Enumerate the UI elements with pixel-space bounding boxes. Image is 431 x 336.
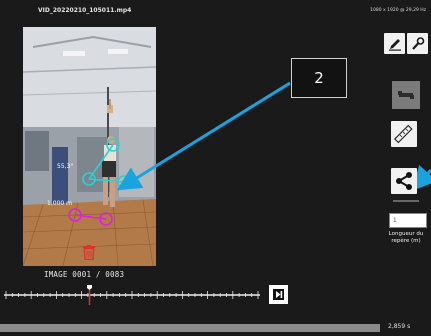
reference-length-label: Longueur du repère (m) <box>388 231 424 244</box>
playback-progress-bar[interactable] <box>0 324 380 332</box>
next-frame-icon <box>273 289 284 300</box>
frame-counter: IMAGE 0001 / 0083 <box>44 270 125 279</box>
video-resolution: 1080 x 1920 @ 29,29 Hz <box>370 8 426 13</box>
callout-box: 2 <box>291 58 347 98</box>
wrench-icon <box>411 36 424 50</box>
ruler-icon <box>394 124 413 144</box>
playback-time: 2,859 s <box>388 323 411 330</box>
video-frame[interactable]: 55,3° 1,000 m <box>23 27 156 266</box>
reference-length-input[interactable] <box>389 213 427 228</box>
trash-icon[interactable] <box>83 245 95 261</box>
angle-label: 55,3° <box>57 163 74 170</box>
timeline-ticks <box>5 291 259 299</box>
file-title: VID_20220210_105011.mp4 <box>38 7 132 14</box>
frame-timeline[interactable] <box>4 283 260 307</box>
scale-label: 1,000 m <box>47 200 72 207</box>
ruler-tool-button[interactable] <box>391 121 417 147</box>
panel-divider <box>393 200 419 202</box>
next-frame-button[interactable] <box>269 285 288 304</box>
segment-icon <box>398 91 414 99</box>
share-icon <box>396 172 412 190</box>
segment-tool-button[interactable] <box>392 81 420 109</box>
settings-button[interactable] <box>407 33 428 54</box>
share-button[interactable] <box>391 168 417 194</box>
pencil-button[interactable] <box>384 33 405 54</box>
pencil-icon <box>388 38 401 51</box>
tracking-overlay <box>68 138 131 226</box>
